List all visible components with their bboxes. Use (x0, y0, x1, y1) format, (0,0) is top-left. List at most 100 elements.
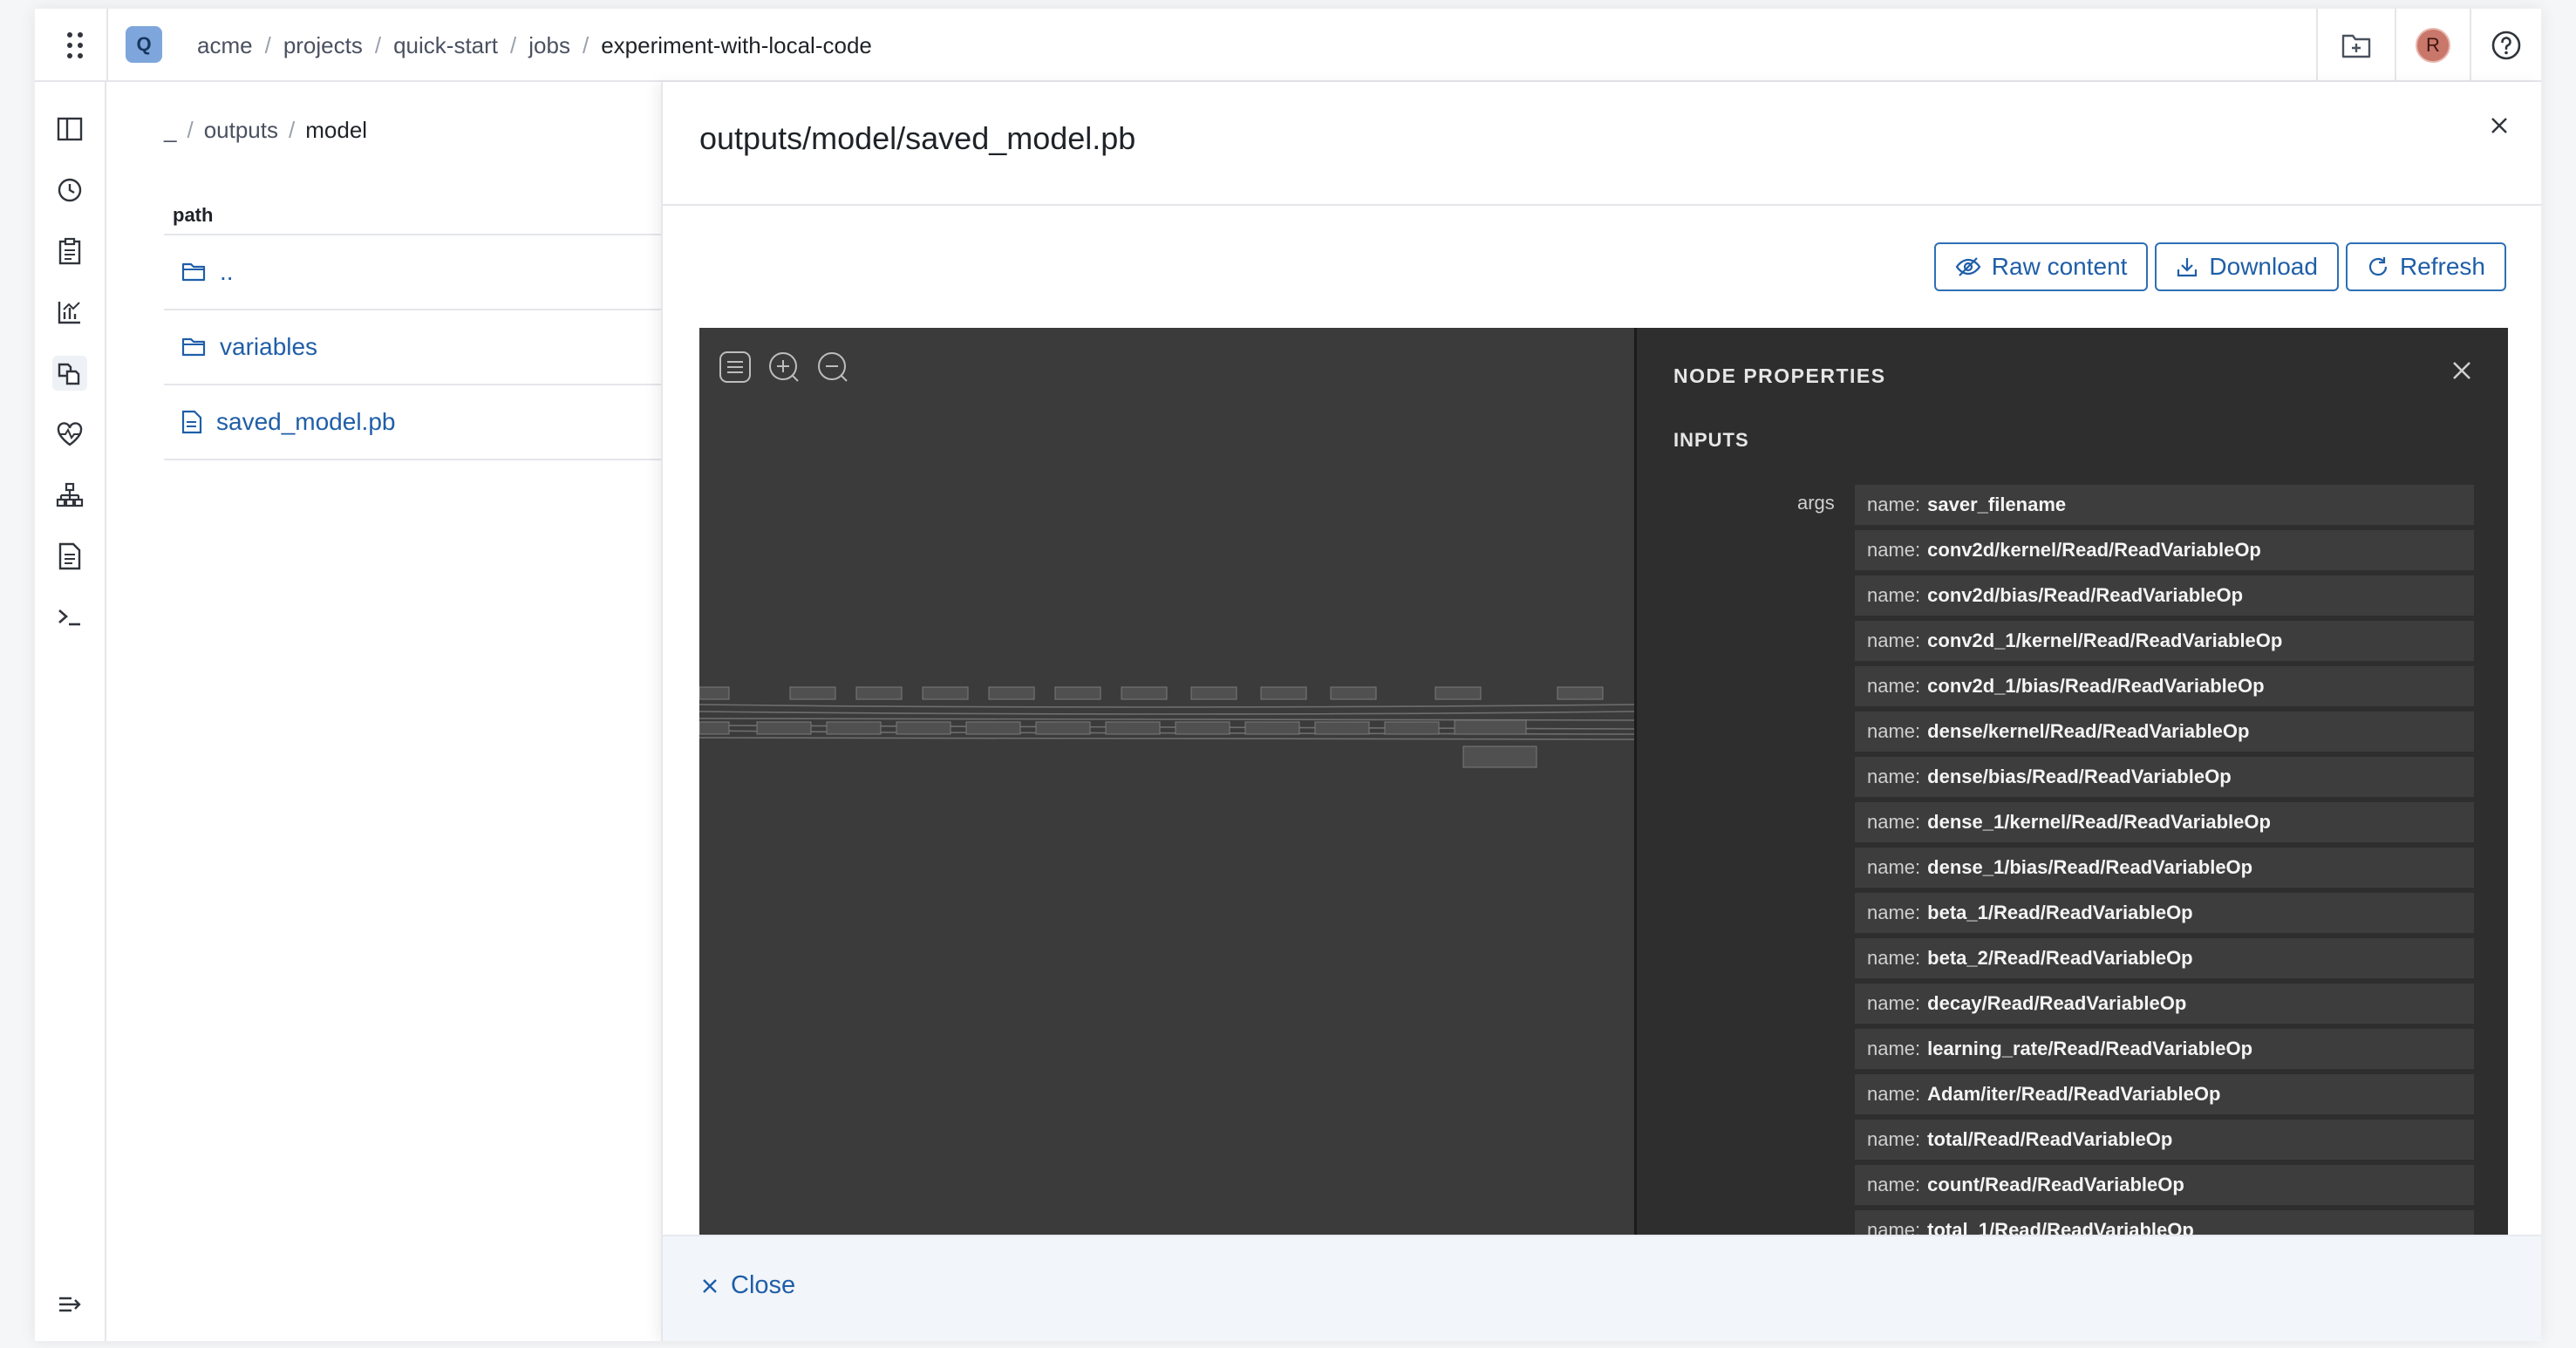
node-properties-panel: NODE PROPERTIES INPUTS args name: saver_f… (1634, 328, 2508, 1235)
graph-canvas[interactable] (699, 328, 1634, 1235)
arg-item: name: Adam/iter/Read/ReadVariableOp (1855, 1074, 2474, 1114)
arg-item: name: conv2d_1/bias/Read/ReadVariableOp (1855, 666, 2474, 706)
arg-key: name: (1867, 720, 1921, 742)
file-preview-dialog: outputs/model/saved_model.pb Raw content… (661, 82, 2541, 1341)
terminal-icon[interactable] (52, 600, 87, 635)
arg-value: dense/bias/Read/ReadVariableOp (1927, 766, 2232, 787)
path-outputs[interactable]: outputs (204, 117, 278, 144)
arg-value: count/Read/ReadVariableOp (1927, 1174, 2184, 1195)
arg-item: name: dense/kernel/Read/ReadVariableOp (1855, 711, 2474, 752)
breadcrumb-projects[interactable]: projects (283, 32, 363, 59)
arg-key: name: (1867, 494, 1921, 515)
download-button[interactable]: Download (2155, 242, 2339, 291)
arg-item: name: dense/bias/Read/ReadVariableOp (1855, 757, 2474, 797)
arg-item: name: dense_1/kernel/Read/ReadVariableOp (1855, 802, 2474, 842)
arg-value: total_1/Read/ReadVariableOp (1927, 1219, 2194, 1235)
arg-item: name: learning_rate/Read/ReadVariableOp (1855, 1029, 2474, 1069)
divider (663, 204, 2541, 206)
dialog-title: outputs/model/saved_model.pb (699, 120, 1136, 156)
graph-edges (699, 686, 1634, 768)
arg-value: decay/Read/ReadVariableOp (1927, 992, 2187, 1014)
arg-item: name: beta_1/Read/ReadVariableOp (1855, 893, 2474, 933)
refresh-button[interactable]: Refresh (2345, 242, 2506, 291)
toggle-panel-icon[interactable] (52, 112, 87, 146)
table-row[interactable]: .. (164, 235, 699, 310)
arg-key: name: (1867, 1128, 1921, 1150)
user-menu[interactable]: R (2396, 9, 2470, 82)
expand-sidebar-icon[interactable] (52, 1287, 87, 1322)
row-name[interactable]: saved_model.pb (216, 408, 395, 436)
arg-value: learning_rate/Read/ReadVariableOp (1927, 1038, 2253, 1059)
args-label: args (1797, 492, 1835, 514)
breadcrumb-quick-start[interactable]: quick-start (393, 32, 498, 59)
close-icon[interactable] (2450, 359, 2473, 386)
arg-item: name: count/Read/ReadVariableOp (1855, 1165, 2474, 1205)
breadcrumb: acme / projects / quick-start / jobs / e… (197, 9, 872, 82)
column-header-path: path (173, 204, 214, 226)
arg-item: name: conv2d_1/kernel/Read/ReadVariableOp (1855, 621, 2474, 661)
arg-value: beta_2/Read/ReadVariableOp (1927, 947, 2193, 969)
apps-grid-icon[interactable] (58, 28, 92, 63)
arg-key: name: (1867, 584, 1921, 606)
folder-icon (181, 337, 206, 357)
chart-icon[interactable] (52, 295, 87, 330)
file-browser-panel: _ / outputs / model path .. variables sa… (106, 82, 699, 1341)
close-icon (703, 1278, 717, 1293)
download-icon (2177, 258, 2198, 277)
arg-key: name: (1867, 1038, 1921, 1059)
help-icon[interactable] (2471, 9, 2541, 82)
sidebar (35, 82, 106, 1341)
artifacts-icon[interactable] (52, 356, 87, 391)
row-name[interactable]: .. (220, 258, 234, 286)
breadcrumb-separator: / (264, 31, 271, 58)
close-label: Close (731, 1271, 796, 1299)
arg-key: name: (1867, 992, 1921, 1014)
arg-key: name: (1867, 856, 1921, 878)
arg-key: name: (1867, 902, 1921, 923)
arg-value: dense/kernel/Read/ReadVariableOp (1927, 720, 2250, 742)
refresh-label: Refresh (2399, 253, 2485, 280)
dialog-footer: Close (663, 1235, 2541, 1341)
breadcrumb-separator: / (289, 117, 296, 143)
arg-key: name: (1867, 539, 1921, 561)
refresh-icon (2368, 257, 2388, 276)
breadcrumb-current: experiment-with-local-code (601, 31, 872, 58)
inputs-heading: INPUTS (1673, 429, 1749, 451)
arg-value: conv2d_1/bias/Read/ReadVariableOp (1927, 675, 2265, 697)
arg-item: name: conv2d/bias/Read/ReadVariableOp (1855, 575, 2474, 616)
path-root[interactable]: _ (164, 117, 176, 144)
table-row[interactable]: variables (164, 310, 699, 385)
arg-item: name: total/Read/ReadVariableOp (1855, 1120, 2474, 1160)
avatar[interactable]: R (2416, 28, 2450, 63)
folder-icon (181, 262, 206, 282)
breadcrumb-separator: / (187, 117, 194, 143)
table-row[interactable]: saved_model.pb (164, 385, 699, 460)
breadcrumb-jobs[interactable]: jobs (528, 32, 570, 59)
dialog-actions: Raw content Download Refresh (1933, 242, 2506, 291)
arg-key: name: (1867, 630, 1921, 651)
raw-content-label: Raw content (1991, 253, 2128, 280)
lineage-icon[interactable] (52, 478, 87, 513)
health-icon[interactable] (52, 417, 87, 452)
arg-key: name: (1867, 1083, 1921, 1105)
close-button[interactable]: Close (701, 1271, 795, 1300)
clipboard-icon[interactable] (52, 234, 87, 269)
args-list: name: saver_filename name: conv2d/kernel/Re… (1855, 485, 2474, 1235)
raw-content-button[interactable]: Raw content (1933, 242, 2149, 291)
divider (2470, 9, 2471, 82)
top-right-actions: R (2316, 9, 2541, 82)
logs-icon[interactable] (52, 539, 87, 574)
arg-key: name: (1867, 947, 1921, 969)
close-icon[interactable] (2484, 110, 2515, 141)
breadcrumb-acme[interactable]: acme (197, 32, 253, 59)
path-breadcrumb: _ / outputs / model (164, 117, 367, 144)
folder-upload-icon[interactable] (2318, 9, 2395, 82)
file-icon (181, 410, 202, 434)
project-logo[interactable]: Q (126, 26, 162, 63)
history-icon[interactable] (52, 173, 87, 208)
path-current: model (305, 117, 368, 143)
arg-key: name: (1867, 1174, 1921, 1195)
arg-item: name: total_1/Read/ReadVariableOp (1855, 1210, 2474, 1235)
row-name[interactable]: variables (220, 333, 317, 361)
arg-key: name: (1867, 1219, 1921, 1235)
